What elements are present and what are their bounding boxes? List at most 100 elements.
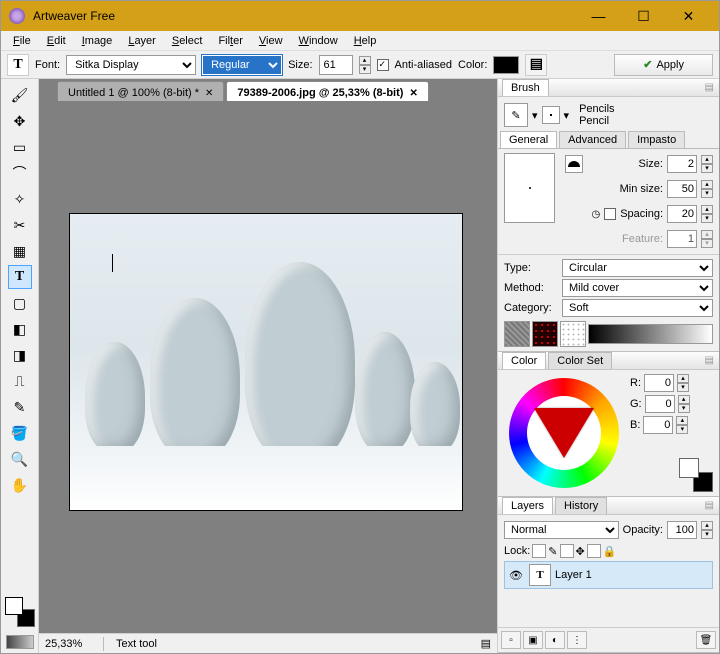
close-button[interactable]: ✕ <box>666 1 711 31</box>
lasso-tool[interactable]: ⌒ <box>8 161 32 185</box>
close-icon[interactable]: ✕ <box>409 88 417 99</box>
dropdown-icon[interactable]: ▾ <box>532 109 538 122</box>
lock-pixels[interactable] <box>560 544 574 558</box>
lock-transparency[interactable] <box>532 544 546 558</box>
pattern-swatch[interactable] <box>532 321 558 347</box>
fg-swatch[interactable] <box>679 458 699 478</box>
anti-aliased-checkbox[interactable] <box>377 59 389 71</box>
r-input[interactable] <box>644 374 674 392</box>
stepper[interactable]: ▴▾ <box>701 205 713 223</box>
apply-button[interactable]: ✔Apply <box>614 54 713 76</box>
new-layer-button[interactable]: ▫ <box>501 631 521 649</box>
color-wheel[interactable] <box>509 378 619 488</box>
brush-type-select[interactable]: Circular <box>562 259 713 277</box>
stepper[interactable]: ▴▾ <box>701 521 713 539</box>
stepper[interactable]: ▴▾ <box>676 416 688 434</box>
menu-help[interactable]: Help <box>346 33 385 49</box>
color-tab[interactable]: Color <box>502 352 546 369</box>
new-group-button[interactable]: ▣ <box>523 631 543 649</box>
delete-layer-button[interactable]: 🗑 <box>696 631 716 649</box>
layer-item[interactable]: 👁 T Layer 1 <box>504 561 713 589</box>
text-tool[interactable]: T <box>8 265 32 289</box>
font-size-stepper[interactable]: ▴▾ <box>359 56 371 74</box>
move-tool[interactable]: ✥ <box>8 109 32 133</box>
perspective-tool[interactable]: ▦ <box>8 239 32 263</box>
brush-category-select[interactable]: Soft <box>562 299 713 317</box>
hand-tool[interactable]: ✋ <box>8 473 32 497</box>
document-tab[interactable]: 79389-2006.jpg @ 25,33% (8-bit) ✕ <box>226 81 428 101</box>
stepper[interactable]: ▴▾ <box>701 180 713 198</box>
subtab-general[interactable]: General <box>500 131 557 148</box>
layer-fx-button[interactable]: ⋮ <box>567 631 587 649</box>
menu-window[interactable]: Window <box>291 33 346 49</box>
maximize-button[interactable]: ☐ <box>621 1 666 31</box>
layers-tab[interactable]: Layers <box>502 497 553 514</box>
zoom-tool[interactable]: 🔍 <box>8 447 32 471</box>
brush-shape[interactable] <box>565 155 583 173</box>
panel-menu-icon[interactable]: ▤ <box>705 355 715 366</box>
text-tool-icon[interactable]: T <box>7 54 29 76</box>
layer-name[interactable]: Layer 1 <box>555 569 592 581</box>
crop-tool[interactable]: ✂ <box>8 213 32 237</box>
menu-view[interactable]: View <box>251 33 291 49</box>
panel-menu-icon[interactable]: ▤ <box>705 82 715 93</box>
canvas-image[interactable] <box>69 213 463 511</box>
panel-menu-icon[interactable]: ▤ <box>705 500 715 511</box>
layer-mask-button[interactable]: ◐ <box>545 631 565 649</box>
g-input[interactable] <box>645 395 675 413</box>
opacity-input[interactable] <box>667 521 697 539</box>
shape-tool[interactable]: ▢ <box>8 291 32 315</box>
font-size-input[interactable] <box>319 55 353 75</box>
lock-position[interactable] <box>587 544 601 558</box>
brush-minsize-input[interactable] <box>667 180 697 198</box>
document-tab[interactable]: Untitled 1 @ 100% (8-bit) * ✕ <box>57 81 224 101</box>
color-triangle[interactable] <box>534 408 594 458</box>
stepper[interactable]: ▴▾ <box>677 374 689 392</box>
subtab-advanced[interactable]: Advanced <box>559 131 626 148</box>
brush-size-input[interactable] <box>667 155 697 173</box>
foreground-color[interactable] <box>5 597 23 615</box>
text-options-button[interactable]: ▤ <box>525 54 547 76</box>
subtab-impasto[interactable]: Impasto <box>628 131 685 148</box>
menu-select[interactable]: Select <box>164 33 211 49</box>
foreground-background-colors[interactable] <box>5 597 35 627</box>
brush-tab[interactable]: Brush <box>502 79 549 96</box>
brush-variant-icon[interactable] <box>542 106 560 124</box>
close-icon[interactable]: ✕ <box>205 88 213 99</box>
menu-layer[interactable]: Layer <box>120 33 164 49</box>
gradient-tool[interactable]: ◧ <box>8 317 32 341</box>
layer-thumbnail[interactable]: T <box>529 564 551 586</box>
canvas-viewport[interactable] <box>39 101 497 633</box>
font-family-select[interactable]: Sitka Display <box>66 55 196 75</box>
menu-file[interactable]: File <box>5 33 39 49</box>
brush-category-icon[interactable]: ✎ <box>504 103 528 127</box>
brush-spacing-input[interactable] <box>667 205 697 223</box>
blend-mode-select[interactable]: Normal <box>504 521 619 539</box>
spacing-checkbox[interactable] <box>604 208 616 220</box>
gradient-swatch[interactable] <box>588 324 713 344</box>
menu-edit[interactable]: Edit <box>39 33 74 49</box>
stepper[interactable]: ▴▾ <box>678 395 690 413</box>
paper-texture[interactable] <box>6 635 34 649</box>
b-input[interactable] <box>643 416 673 434</box>
paper-swatch[interactable] <box>504 321 530 347</box>
eyedropper-tool[interactable]: ✎ <box>8 395 32 419</box>
menu-image[interactable]: Image <box>74 33 121 49</box>
clock-icon[interactable]: ◷ <box>591 209 600 220</box>
stepper[interactable]: ▴▾ <box>701 155 713 173</box>
color-panel-swatches[interactable] <box>679 458 713 492</box>
selection-tool[interactable]: ▭ <box>8 135 32 159</box>
visibility-icon[interactable]: 👁 <box>507 569 525 582</box>
font-style-select[interactable]: Regular <box>202 55 282 75</box>
menu-filter[interactable]: Filter <box>210 33 250 49</box>
brush-tool[interactable]: 🖌 <box>8 83 32 107</box>
fill-tool[interactable]: 🪣 <box>8 421 32 445</box>
stamp-tool[interactable]: ⎍ <box>8 369 32 393</box>
text-color-swatch[interactable] <box>493 56 519 74</box>
wand-tool[interactable]: ✧ <box>8 187 32 211</box>
history-tab[interactable]: History <box>555 497 607 514</box>
brush-method-select[interactable]: Mild cover <box>562 279 713 297</box>
colorset-tab[interactable]: Color Set <box>548 352 612 369</box>
minimize-button[interactable]: — <box>576 1 621 31</box>
dropdown-icon[interactable]: ▾ <box>564 109 570 122</box>
